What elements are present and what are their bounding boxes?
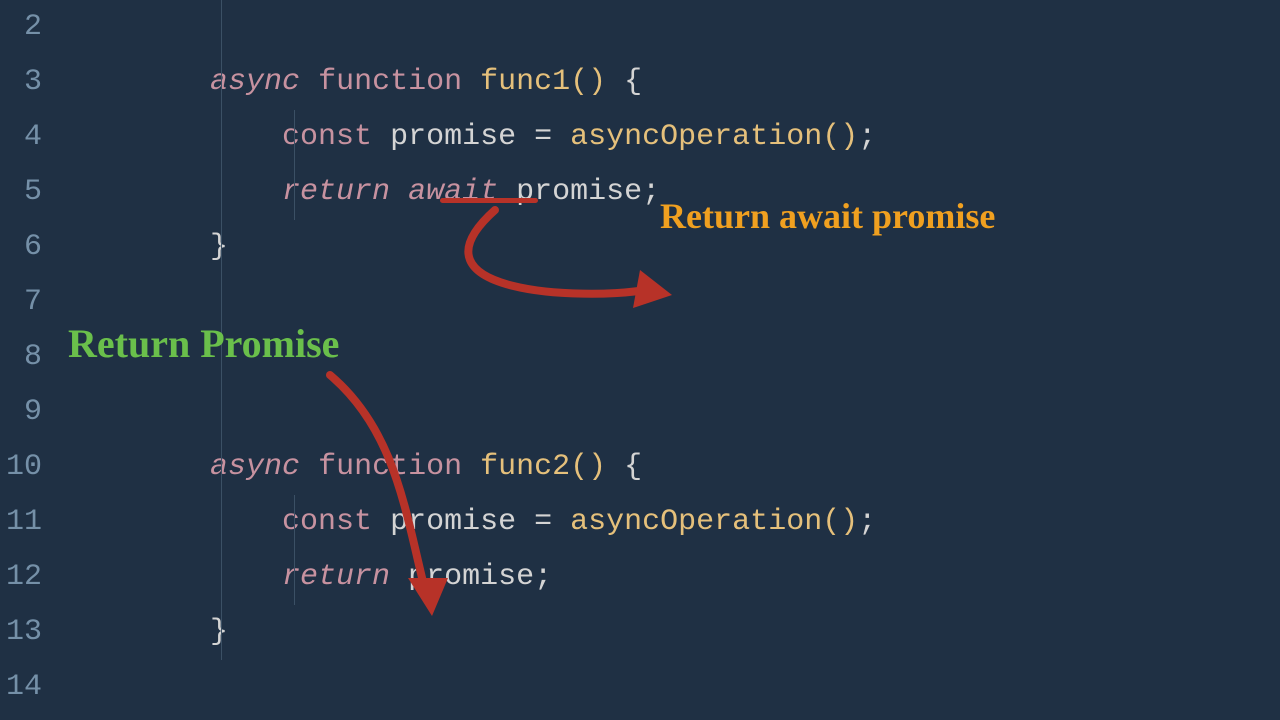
keyword-async: async bbox=[210, 65, 300, 99]
call-args: () bbox=[822, 120, 858, 154]
line-number: 12 bbox=[0, 550, 42, 605]
keyword-const: const bbox=[282, 120, 372, 154]
code-line bbox=[66, 385, 1280, 440]
line-number: 10 bbox=[0, 440, 42, 495]
code-line: } bbox=[66, 605, 1280, 660]
function-name-func1: func1 bbox=[480, 65, 570, 99]
line-number-gutter: 2 3 4 5 6 7 8 9 10 11 12 13 14 bbox=[0, 0, 60, 720]
paren-open: ( bbox=[570, 450, 588, 484]
keyword-await: await bbox=[408, 175, 498, 209]
brace-close: } bbox=[210, 615, 228, 649]
code-editor[interactable]: 2 3 4 5 6 7 8 9 10 11 12 13 14 async fun… bbox=[0, 0, 1280, 720]
semicolon: ; bbox=[858, 120, 876, 154]
code-line: } bbox=[66, 220, 1280, 275]
call-asyncOperation: asyncOperation bbox=[570, 505, 822, 539]
keyword-function: function bbox=[318, 65, 462, 99]
line-number: 9 bbox=[0, 385, 42, 440]
line-number: 8 bbox=[0, 330, 42, 385]
paren-open: ( bbox=[570, 65, 588, 99]
code-line: const promise = asyncOperation(); bbox=[66, 110, 1280, 165]
code-line bbox=[66, 0, 1280, 55]
function-name-func2: func2 bbox=[480, 450, 570, 484]
code-area[interactable]: async function func1() { const promise =… bbox=[60, 0, 1280, 720]
line-number: 13 bbox=[0, 605, 42, 660]
line-number: 7 bbox=[0, 275, 42, 330]
line-number: 14 bbox=[0, 660, 42, 715]
call-asyncOperation: asyncOperation bbox=[570, 120, 822, 154]
line-number: 3 bbox=[0, 55, 42, 110]
line-number: 5 bbox=[0, 165, 42, 220]
call-args: () bbox=[822, 505, 858, 539]
code-line: const promise = asyncOperation(); bbox=[66, 495, 1280, 550]
keyword-async: async bbox=[210, 450, 300, 484]
operator-equals: = bbox=[534, 505, 552, 539]
variable-promise: promise bbox=[516, 175, 642, 209]
code-line: async function func2() { bbox=[66, 440, 1280, 495]
keyword-return: return bbox=[282, 560, 390, 594]
operator-equals: = bbox=[534, 120, 552, 154]
code-line: return promise; bbox=[66, 550, 1280, 605]
variable-promise: promise bbox=[408, 560, 534, 594]
code-line bbox=[66, 275, 1280, 330]
variable-promise: promise bbox=[390, 505, 516, 539]
variable-promise: promise bbox=[390, 120, 516, 154]
paren-close: ) bbox=[588, 450, 606, 484]
brace-open: { bbox=[624, 450, 642, 484]
keyword-return: return bbox=[282, 175, 390, 209]
code-line bbox=[66, 330, 1280, 385]
semicolon: ; bbox=[858, 505, 876, 539]
line-number: 4 bbox=[0, 110, 42, 165]
semicolon: ; bbox=[534, 560, 552, 594]
code-line: async function func1() { bbox=[66, 55, 1280, 110]
line-number: 6 bbox=[0, 220, 42, 275]
brace-close: } bbox=[210, 230, 228, 264]
code-line bbox=[66, 660, 1280, 715]
keyword-const: const bbox=[282, 505, 372, 539]
brace-open: { bbox=[624, 65, 642, 99]
line-number: 2 bbox=[0, 0, 42, 55]
keyword-function: function bbox=[318, 450, 462, 484]
semicolon: ; bbox=[642, 175, 660, 209]
paren-close: ) bbox=[588, 65, 606, 99]
code-line: return await promise; bbox=[66, 165, 1280, 220]
line-number: 11 bbox=[0, 495, 42, 550]
